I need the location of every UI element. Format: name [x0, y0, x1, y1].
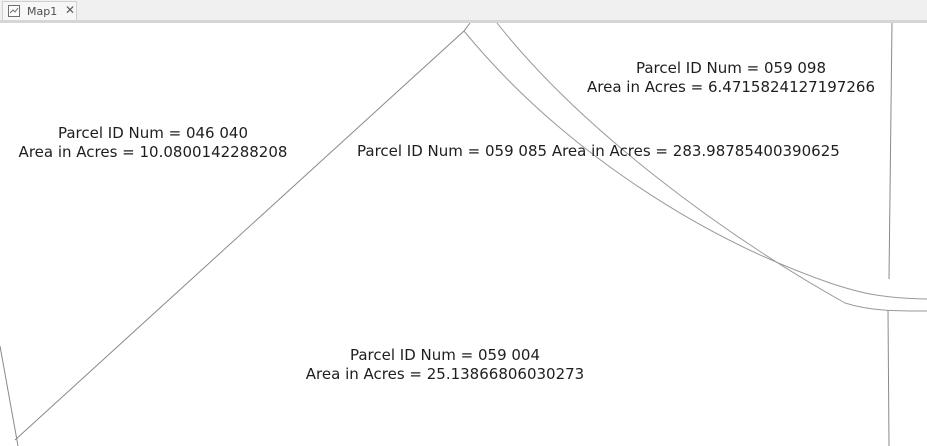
- parcel-id-text: Parcel ID Num = 059 085: [357, 142, 548, 160]
- parcel-boundary-left: [0, 345, 19, 446]
- map-icon: [8, 5, 20, 17]
- parcel-label-059-004: Parcel ID Num = 059 004 Area in Acres = …: [306, 346, 584, 384]
- parcel-label-046-040: Parcel ID Num = 046 040 Area in Acres = …: [19, 124, 288, 162]
- parcel-label-059-085: Parcel ID Num = 059 085 Area in Acres = …: [357, 142, 840, 161]
- parcel-area-text: Area in Acres = 6.4715824127197266: [587, 78, 875, 96]
- parcel-id-text: Parcel ID Num = 059 098: [635, 59, 827, 77]
- parcel-boundary-right-lower: [887, 309, 890, 446]
- parcel-area-text: Area in Acres = 283.98785400390625: [551, 142, 840, 160]
- map-tab-bar: Map1 ✕: [0, 0, 927, 22]
- parcel-boundary-right: [888, 23, 893, 280]
- map-view[interactable]: Parcel ID Num = 046 040 Area in Acres = …: [0, 23, 927, 446]
- parcel-id-text: Parcel ID Num = 059 004: [349, 346, 541, 364]
- close-icon[interactable]: ✕: [65, 3, 75, 18]
- parcel-id-text: Parcel ID Num = 046 040: [57, 124, 249, 142]
- parcel-area-text: Area in Acres = 25.13866806030273: [305, 365, 585, 383]
- parcel-area-text: Area in Acres = 10.0800142288208: [18, 143, 288, 161]
- tab-map1[interactable]: Map1 ✕: [2, 1, 77, 21]
- parcel-label-059-098: Parcel ID Num = 059 098 Area in Acres = …: [587, 59, 875, 97]
- tab-label: Map1: [27, 5, 58, 18]
